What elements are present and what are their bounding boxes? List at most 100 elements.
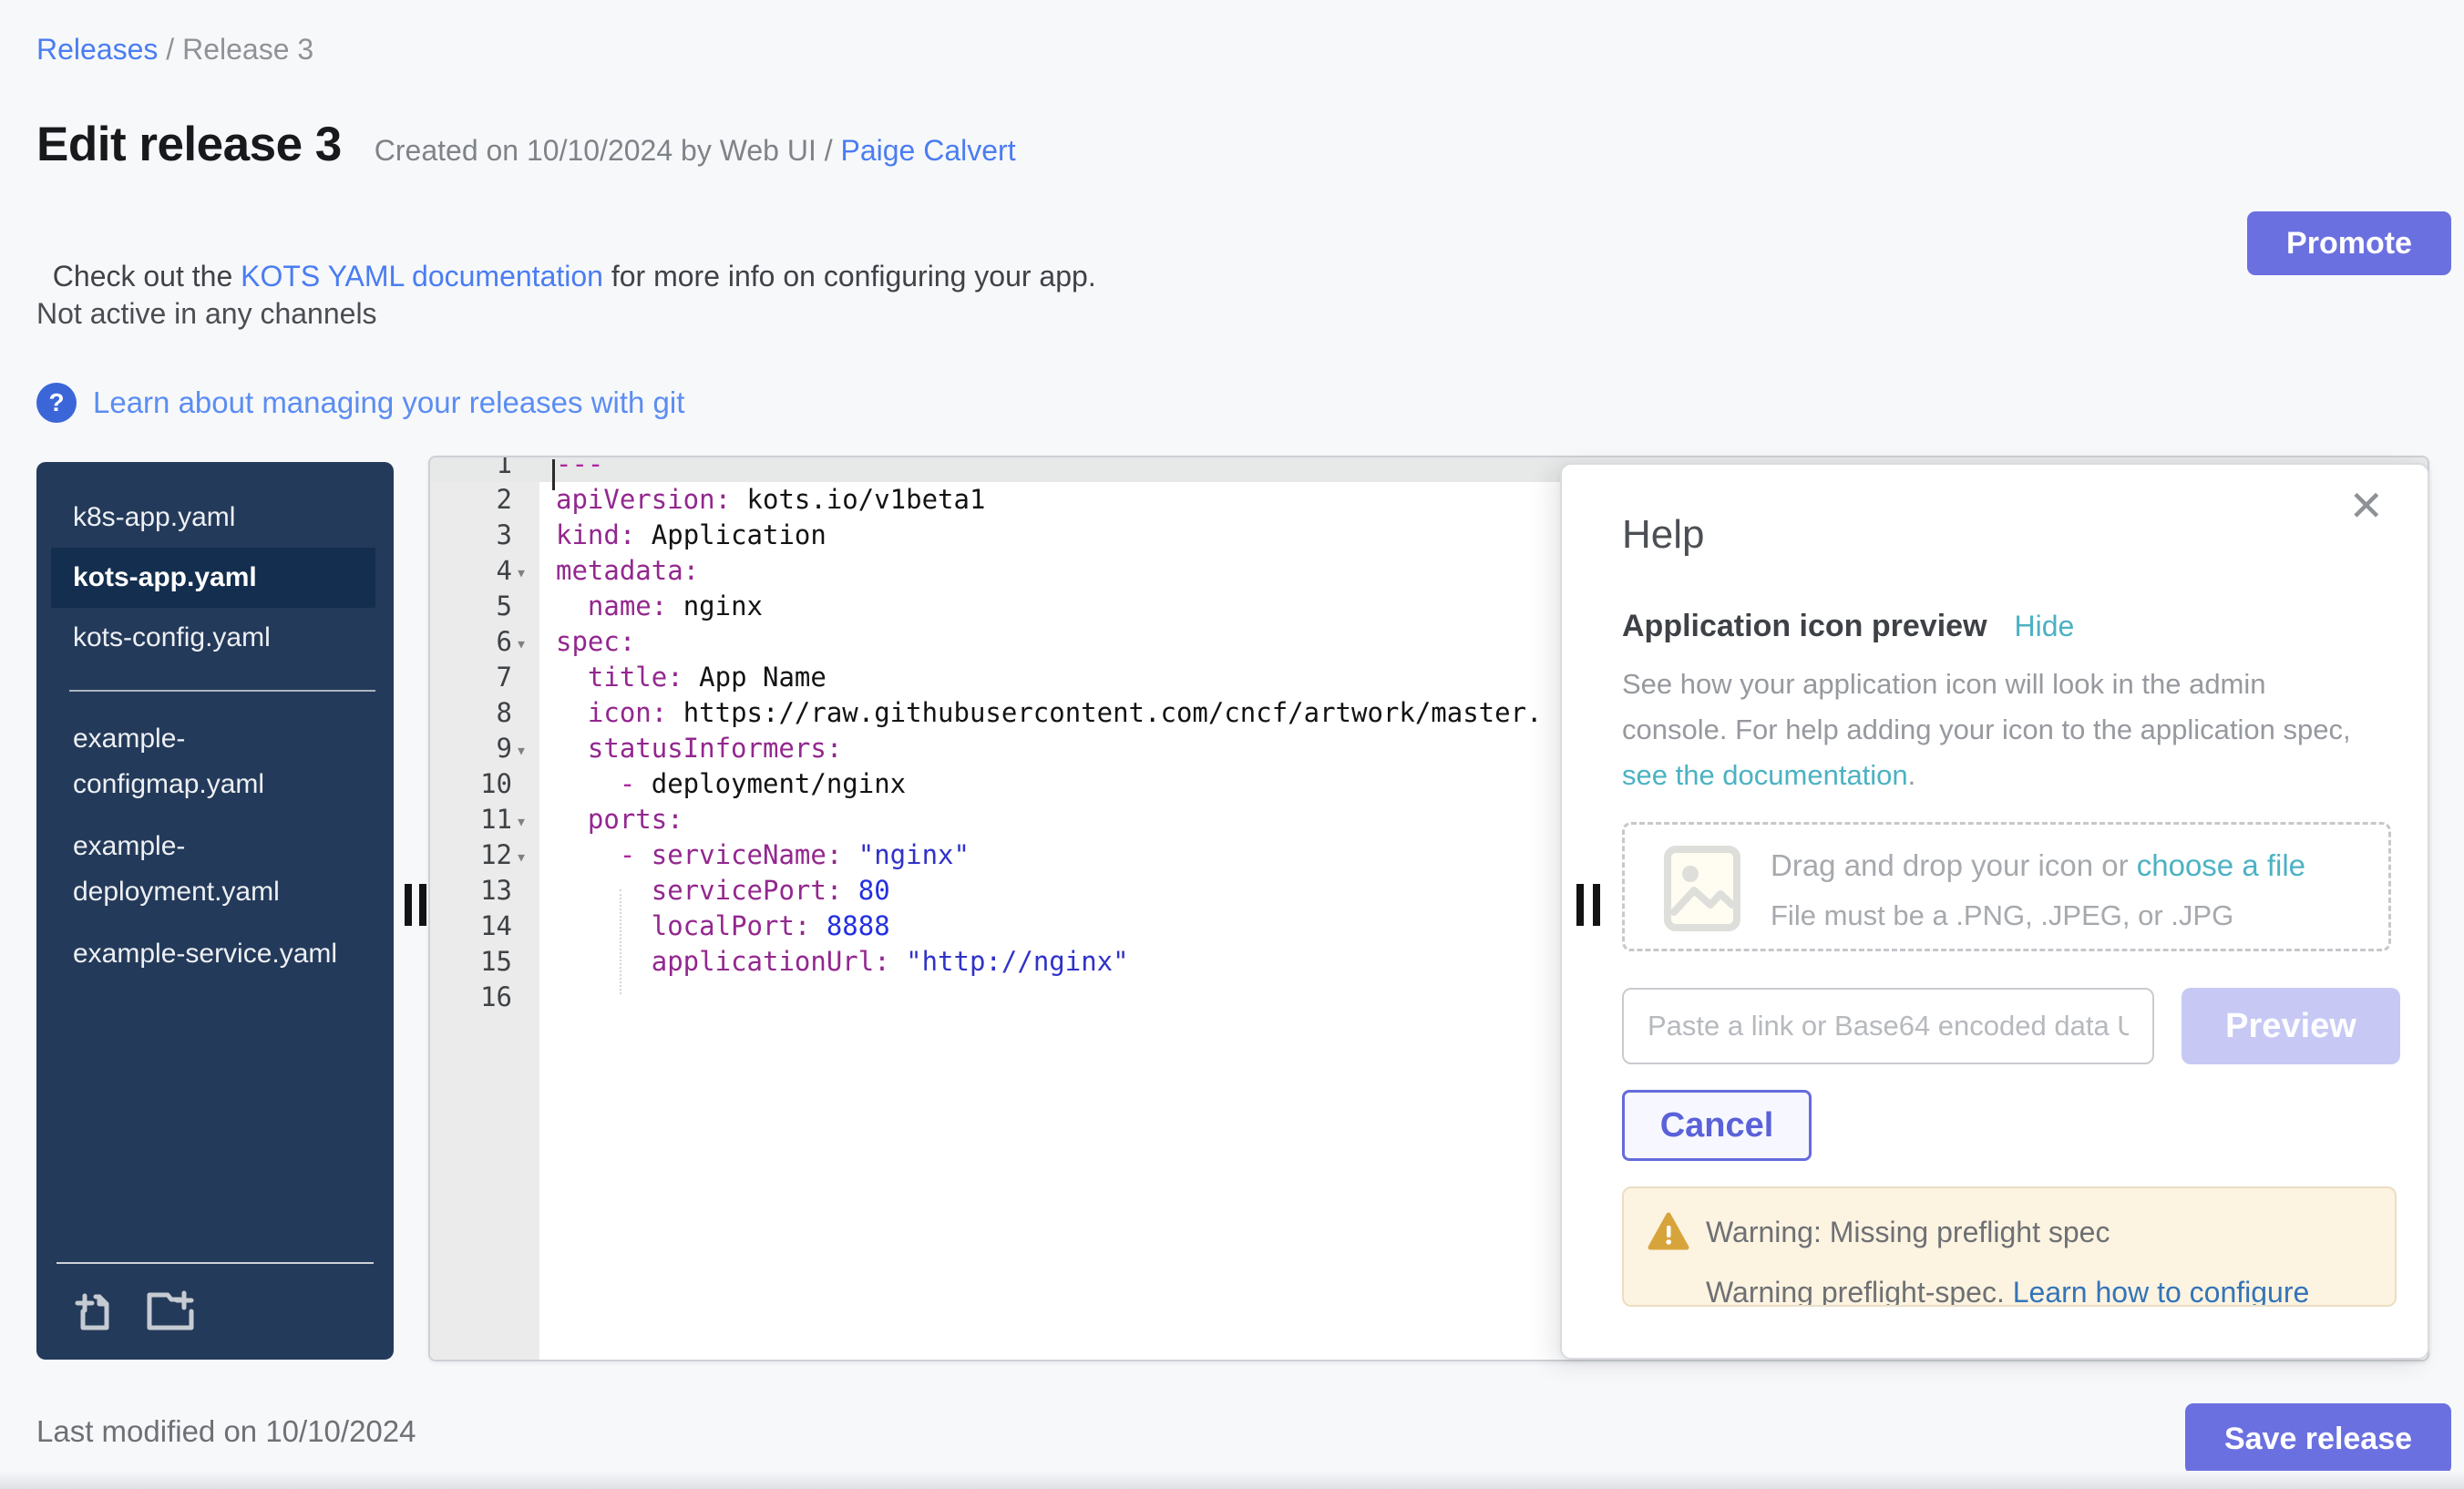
code-text: - serviceName: "nginx" (539, 837, 970, 873)
icon-dropzone[interactable]: Drag and drop your icon or choose a file… (1622, 822, 2391, 951)
sidebar-tools-divider (56, 1262, 374, 1264)
file-item-kots-app.yaml[interactable]: kots-app.yaml (51, 548, 375, 608)
help-resize-handle[interactable] (1593, 884, 1600, 926)
git-help-row: ? Learn about managing your releases wit… (36, 383, 684, 423)
description-line: See how your application icon will look … (1622, 662, 2351, 707)
code-text: servicePort: 80 (539, 873, 890, 909)
add-folder-icon[interactable] (144, 1288, 199, 1338)
channel-status: Not active in any channels (36, 297, 377, 331)
file-item-example-service.yaml[interactable]: example-service.yaml (36, 923, 394, 985)
choose-file-link[interactable]: choose a file (2137, 848, 2305, 882)
warning-detail-text: Warning preflight-spec. (1706, 1276, 2013, 1307)
code-text: metadata: (539, 553, 699, 589)
author-link[interactable]: Paige Calvert (841, 134, 1016, 167)
line-number: 4▾ (430, 553, 539, 589)
breadcrumb-current: Release 3 (182, 33, 313, 66)
promote-button[interactable]: Promote (2247, 211, 2451, 275)
line-number: 16 (430, 980, 539, 1015)
file-item-example-configmap.yaml[interactable]: example-configmap.yaml (36, 708, 394, 816)
created-text: Created on 10/10/2024 by Web UI / (375, 134, 841, 167)
dropzone-text: Drag and drop your icon or choose a file (1771, 848, 2305, 883)
breadcrumb: Releases / Release 3 (36, 33, 313, 67)
code-text: localPort: 8888 (539, 909, 890, 944)
see-documentation-link[interactable]: see the documentation (1622, 759, 1908, 791)
line-number: 14 (430, 909, 539, 944)
warning-card: Warning: Missing preflight spec Warning … (1622, 1186, 2397, 1307)
question-icon: ? (36, 383, 77, 423)
icon-url-input[interactable] (1622, 988, 2154, 1064)
preview-button[interactable]: Preview (2182, 988, 2400, 1064)
help-section-header: Application icon preview Hide (1622, 609, 2074, 644)
line-number: 6▾ (430, 624, 539, 660)
hide-link[interactable]: Hide (2015, 610, 2075, 643)
add-file-icon[interactable] (71, 1288, 117, 1338)
git-releases-link[interactable]: Learn about managing your releases with … (93, 385, 684, 420)
line-number: 3 (430, 518, 539, 553)
line-number: 1 (430, 456, 539, 482)
fold-arrow-icon[interactable]: ▾ (516, 839, 527, 875)
file-list: k8s-app.yamlkots-app.yamlkots-config.yam… (36, 462, 394, 985)
learn-configure-link[interactable]: Learn how to configure (2013, 1276, 2310, 1307)
breadcrumb-releases-link[interactable]: Releases (36, 33, 158, 66)
file-item-example-deployment.yaml[interactable]: example-deployment.yaml (36, 816, 394, 923)
file-list-divider (69, 690, 375, 692)
file-item-kots-config.yaml[interactable]: kots-config.yaml (36, 608, 394, 668)
indent-guide (620, 889, 621, 994)
save-release-button[interactable]: Save release (2185, 1403, 2451, 1474)
file-sidebar: k8s-app.yamlkots-app.yamlkots-config.yam… (36, 462, 394, 1360)
image-placeholder-icon (1663, 845, 1741, 937)
fold-arrow-icon[interactable]: ▾ (516, 626, 527, 662)
help-resize-handle[interactable] (1576, 884, 1584, 926)
file-item-k8s-app.yaml[interactable]: k8s-app.yaml (36, 488, 394, 548)
line-number: 7 (430, 660, 539, 695)
line-number: 2 (430, 482, 539, 518)
help-title: Help (1622, 512, 1705, 558)
icon-preview-description: See how your application icon will look … (1622, 662, 2351, 798)
code-text: - deployment/nginx (539, 766, 906, 802)
fold-arrow-icon[interactable]: ▾ (516, 804, 527, 839)
text-cursor (552, 459, 555, 490)
line-number: 9▾ (430, 731, 539, 766)
sidebar-tools (36, 1262, 394, 1360)
code-text: applicationUrl: "http://nginx" (539, 944, 1129, 980)
cancel-button[interactable]: Cancel (1622, 1090, 1812, 1161)
line-number: 13 (430, 873, 539, 909)
sidebar-resize-handle[interactable] (419, 884, 426, 926)
description-line: console. For help adding your icon to th… (1622, 707, 2351, 753)
code-text: name: nginx (539, 589, 763, 624)
last-modified: Last modified on 10/10/2024 (36, 1414, 416, 1449)
fold-arrow-icon[interactable]: ▾ (516, 733, 527, 768)
doc-hint-line: Check out the KOTS YAML documentation fo… (36, 226, 1096, 293)
window-bottom-edge (0, 1471, 2464, 1489)
code-text: kind: Application (539, 518, 826, 553)
dropzone-hint: File must be a .PNG, .JPEG, or .JPG (1771, 899, 2233, 932)
line-number: 5 (430, 589, 539, 624)
doc-hint-prefix: Check out the (53, 260, 241, 293)
close-icon[interactable]: ✕ (2348, 481, 2384, 530)
line-number: 12▾ (430, 837, 539, 873)
title-row: Edit release 3 Created on 10/10/2024 by … (36, 117, 1016, 172)
code-text: title: App Name (539, 660, 826, 695)
warning-title: Warning: Missing preflight spec (1706, 1216, 2110, 1249)
code-text: --- (539, 456, 603, 482)
doc-hint-suffix: for more info on configuring your app. (603, 260, 1096, 293)
code-text: statusInformers: (539, 731, 842, 766)
dropzone-text-prefix: Drag and drop your icon or (1771, 848, 2137, 882)
description-period: . (1908, 759, 1916, 791)
code-text (539, 980, 556, 1015)
warning-icon (1648, 1212, 1689, 1255)
help-panel: ✕ Help Application icon preview Hide See… (1560, 463, 2429, 1360)
code-text: apiVersion: kots.io/v1beta1 (539, 482, 985, 518)
page-title: Edit release 3 (36, 117, 342, 172)
icon-preview-title: Application icon preview (1622, 609, 1987, 644)
code-text: spec: (539, 624, 635, 660)
code-text: icon: https://raw.githubusercontent.com/… (539, 695, 1543, 731)
code-text: ports: (539, 802, 683, 837)
fold-arrow-icon[interactable]: ▾ (516, 555, 527, 590)
line-number: 15 (430, 944, 539, 980)
sidebar-resize-handle[interactable] (405, 884, 412, 926)
breadcrumb-separator: / (158, 33, 182, 66)
kots-yaml-doc-link[interactable]: KOTS YAML documentation (241, 260, 603, 293)
line-number: 10 (430, 766, 539, 802)
line-number: 11▾ (430, 802, 539, 837)
